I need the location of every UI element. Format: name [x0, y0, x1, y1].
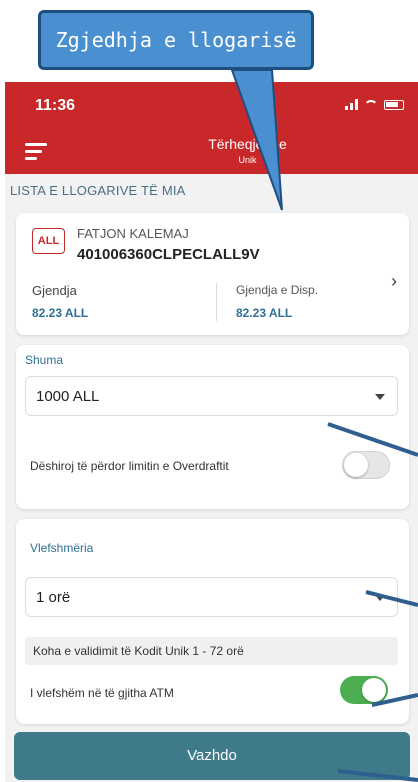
validity-label: Vlefshmëria: [30, 541, 94, 555]
signal-icon: [345, 99, 358, 110]
validity-info-text: Koha e validimit të Kodit Unik 1 - 72 or…: [33, 644, 244, 658]
balance-divider: [216, 283, 217, 321]
account-card[interactable]: ALL FATJON KALEMAJ 401006360CLPECLALL9V …: [16, 213, 409, 335]
status-bar: 11:36: [5, 82, 418, 130]
status-icons: [345, 99, 404, 110]
amount-selected-value: 1000 ALL: [36, 388, 100, 405]
callout-text: Zgjedhja e llogarisë: [55, 28, 297, 52]
all-atm-toggle[interactable]: [340, 676, 388, 704]
amount-label: Shuma: [25, 353, 64, 367]
account-number: 401006360CLPECLALL9V: [77, 246, 260, 263]
available-balance-label: Gjendja e Disp.: [236, 283, 319, 297]
page-subtitle: Unik: [238, 155, 257, 165]
amount-select[interactable]: 1000 ALL: [25, 376, 398, 416]
currency-badge: ALL: [32, 228, 65, 254]
available-balance-value: 82.23 ALL: [236, 306, 293, 320]
balance-label: Gjendja: [32, 283, 77, 298]
validity-select[interactable]: 1 orë: [25, 577, 398, 617]
toggle-knob: [362, 678, 386, 702]
dropdown-caret-icon: [375, 394, 385, 400]
all-atm-label: I vlefshëm në të gjitha ATM: [30, 686, 174, 700]
accounts-section-label: LISTA E LLOGARIVE TË MIA: [10, 183, 186, 198]
balance-value: 82.23 ALL: [32, 306, 89, 320]
wifi-icon: [364, 99, 378, 110]
chevron-right-icon[interactable]: ›: [391, 271, 397, 292]
validity-card: Vlefshmëria 1 orë Koha e validimit të Ko…: [16, 519, 409, 724]
status-time: 11:36: [35, 97, 76, 114]
screen: 11:36 Tërheqje me Unik LISTA E LLOGARIVE…: [0, 0, 418, 782]
callout-box: Zgjedhja e llogarisë: [38, 10, 314, 70]
app-header: Tërheqje me Unik: [5, 130, 418, 174]
dropdown-caret-icon: [375, 595, 385, 601]
validity-info: Koha e validimit të Kodit Unik 1 - 72 or…: [25, 637, 398, 665]
amount-card: Shuma 1000 ALL Dëshiroj të përdor limiti…: [16, 345, 409, 509]
overdraft-toggle[interactable]: [342, 451, 390, 479]
continue-button-label: Vazhdo: [187, 747, 237, 764]
app-screen: 11:36 Tërheqje me Unik LISTA E LLOGARIVE…: [5, 82, 418, 782]
account-holder-name: FATJON KALEMAJ: [77, 226, 189, 241]
page-title: Tërheqje me: [208, 136, 287, 152]
battery-icon: [384, 99, 404, 110]
continue-button[interactable]: Vazhdo: [14, 732, 410, 780]
validity-selected-value: 1 orë: [36, 589, 71, 606]
overdraft-label: Dëshiroj të përdor limitin e Overdraftit: [30, 459, 229, 473]
toggle-knob: [344, 453, 368, 477]
